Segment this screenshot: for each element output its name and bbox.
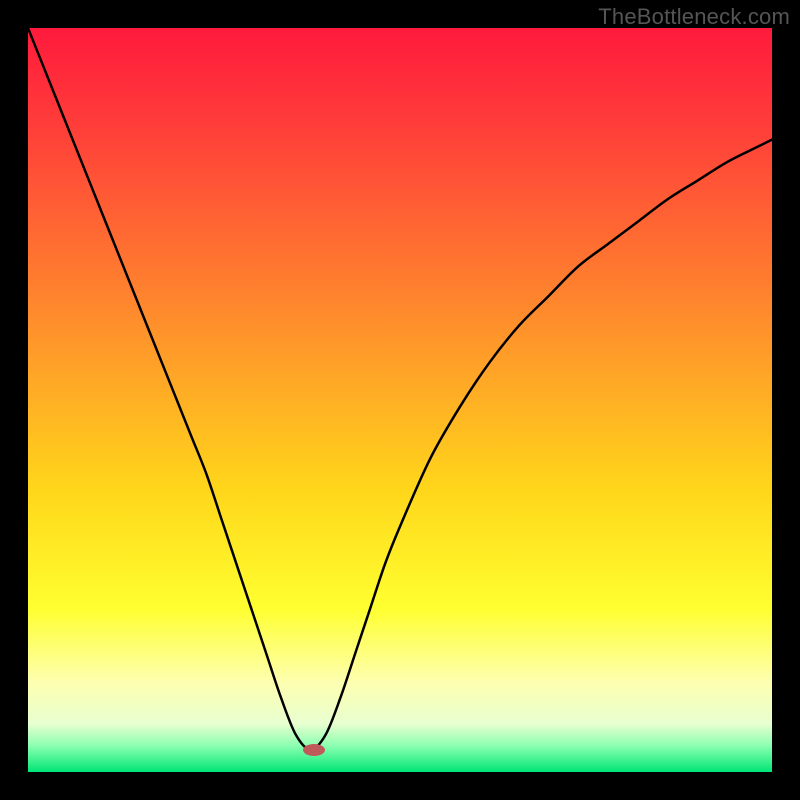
highlight-marker bbox=[303, 744, 325, 756]
bottleneck-curve bbox=[28, 28, 772, 772]
watermark-text: TheBottleneck.com bbox=[598, 4, 790, 30]
chart-frame: TheBottleneck.com bbox=[0, 0, 800, 800]
plot-area bbox=[28, 28, 772, 772]
